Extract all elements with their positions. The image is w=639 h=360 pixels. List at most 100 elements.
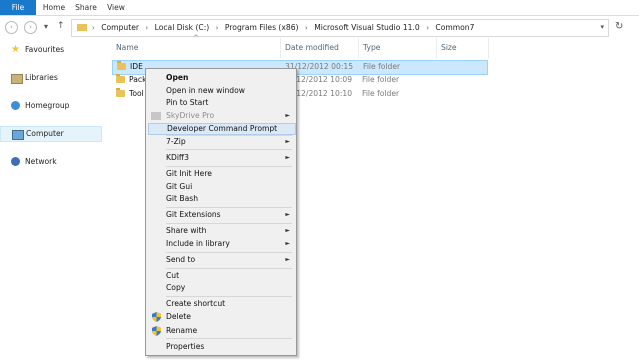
sidebar-item-network[interactable]: Network <box>0 155 100 169</box>
uac-shield-icon <box>152 326 161 336</box>
folder-icon <box>116 74 125 83</box>
menu-item-properties[interactable]: Properties <box>148 341 294 353</box>
address-bar[interactable]: › Computer › Local Disk (C:) › Program F… <box>71 19 609 37</box>
breadcrumb-program-files[interactable]: Program Files (x86) <box>225 23 299 32</box>
file-name: Pack <box>129 75 147 84</box>
menu-item-rename[interactable]: Rename <box>148 325 294 337</box>
star-icon: ★ <box>11 44 20 55</box>
menu-item-label: Pin to Start <box>166 98 209 107</box>
sidebar-item-favourites[interactable]: ★ Favourites <box>0 43 100 57</box>
skydrive-icon <box>151 112 161 120</box>
back-button[interactable]: ‹ <box>5 21 18 34</box>
file-type: File folder <box>362 89 400 98</box>
tab-home[interactable]: Home <box>40 0 68 15</box>
submenu-arrow-icon: ► <box>285 211 290 218</box>
forward-button[interactable]: › <box>24 21 37 34</box>
breadcrumb-local-disk[interactable]: Local Disk (C:) <box>155 23 210 32</box>
menu-item-send-to[interactable]: Send to ► <box>148 254 294 266</box>
menu-item-label: Rename <box>166 326 198 335</box>
menu-item-label: SkyDrive Pro <box>166 111 215 120</box>
menu-item-label: Git Bash <box>166 194 199 203</box>
breadcrumb-visual-studio[interactable]: Microsoft Visual Studio 11.0 <box>314 23 420 32</box>
menu-item-developer-command-prompt[interactable]: Developer Command Prompt <box>148 123 296 135</box>
folder-icon <box>77 24 87 31</box>
up-arrow-icon[interactable]: ↑ <box>57 21 65 31</box>
column-header-size[interactable]: Size <box>441 43 457 52</box>
sidebar-item-homegroup[interactable]: Homegroup <box>0 99 100 113</box>
breadcrumb: › Computer › Local Disk (C:) › Program F… <box>92 20 478 36</box>
menu-item-git-bash[interactable]: Git Bash <box>148 193 294 205</box>
menu-item-label: KDiff3 <box>166 153 190 162</box>
menu-item-label: Copy <box>166 283 186 292</box>
back-arrow-icon: ‹ <box>10 23 13 31</box>
menu-item-7zip[interactable]: 7-Zip ► <box>148 136 294 148</box>
recent-locations-icon[interactable]: ▾ <box>44 22 48 31</box>
column-header-name[interactable]: Name <box>116 43 138 52</box>
refresh-icon[interactable]: ↻ <box>615 21 623 32</box>
menu-item-copy[interactable]: Copy <box>148 282 294 294</box>
submenu-arrow-icon: ► <box>285 227 290 234</box>
context-menu: Open Open in new window Pin to Start Sky… <box>145 68 297 356</box>
submenu-arrow-icon: ► <box>285 138 290 145</box>
menu-item-cut[interactable]: Cut <box>148 270 294 282</box>
column-header-date-modified[interactable]: Date modified <box>285 43 339 52</box>
sidebar-item-computer[interactable]: Computer <box>0 126 102 142</box>
tab-view[interactable]: View <box>103 0 129 15</box>
menu-item-kdiff3[interactable]: KDiff3 ► <box>148 152 294 164</box>
breadcrumb-separator-icon: › <box>426 24 429 32</box>
tab-file[interactable]: File <box>0 0 36 15</box>
tab-share[interactable]: Share <box>72 0 100 15</box>
menu-separator <box>166 268 292 269</box>
menu-item-label: Cut <box>166 271 180 280</box>
file-name: IDE <box>130 62 143 71</box>
folder-icon <box>117 61 126 70</box>
menu-separator <box>166 338 292 339</box>
network-icon <box>11 157 20 166</box>
menu-item-label: Open <box>166 73 189 82</box>
column-header-type[interactable]: Type <box>363 43 380 52</box>
menu-separator <box>166 166 292 167</box>
menu-item-label: Send to <box>166 255 196 264</box>
submenu-arrow-icon: ► <box>285 240 290 247</box>
sidebar-item-label: Network <box>25 157 57 166</box>
breadcrumb-common7[interactable]: Common7 <box>435 23 474 32</box>
sidebar-item-libraries[interactable]: Libraries <box>0 71 100 85</box>
menu-item-git-extensions[interactable]: Git Extensions ► <box>148 209 294 221</box>
menu-item-label: Include in library <box>166 239 230 248</box>
breadcrumb-separator-icon: › <box>215 24 219 32</box>
sidebar-item-label: Libraries <box>25 73 58 82</box>
column-divider[interactable] <box>436 38 437 58</box>
sort-ascending-icon: ^ <box>193 34 199 42</box>
menu-item-create-shortcut[interactable]: Create shortcut <box>148 298 294 310</box>
menu-item-open-new-window[interactable]: Open in new window <box>148 85 294 97</box>
menu-item-label: Delete <box>166 312 191 321</box>
breadcrumb-computer[interactable]: Computer <box>101 23 139 32</box>
menu-item-open[interactable]: Open <box>148 72 294 84</box>
sidebar-item-label: Favourites <box>25 45 65 54</box>
menu-item-include-in-library[interactable]: Include in library ► <box>148 238 294 250</box>
file-name: Tool <box>129 89 144 98</box>
menu-separator <box>166 296 292 297</box>
menu-item-git-gui[interactable]: Git Gui <box>148 181 294 193</box>
column-divider[interactable] <box>358 38 359 58</box>
menu-item-pin-to-start[interactable]: Pin to Start <box>148 97 294 109</box>
sidebar-item-label: Computer <box>26 129 64 138</box>
address-dropdown-icon[interactable]: ▾ <box>600 23 604 31</box>
file-type: File folder <box>362 75 400 84</box>
menu-item-skydrive-pro[interactable]: SkyDrive Pro ► <box>148 110 294 122</box>
menu-item-label: Open in new window <box>166 86 245 95</box>
menu-item-git-init-here[interactable]: Git Init Here <box>148 168 294 180</box>
computer-icon <box>12 130 24 140</box>
column-divider[interactable] <box>488 38 489 58</box>
column-divider[interactable] <box>280 38 281 58</box>
sidebar-item-label: Homegroup <box>25 101 70 110</box>
uac-shield-icon <box>152 312 161 322</box>
menu-item-share-with[interactable]: Share with ► <box>148 225 294 237</box>
menu-item-label: Share with <box>166 226 207 235</box>
libraries-icon <box>11 74 23 84</box>
menu-item-delete[interactable]: Delete <box>148 311 294 323</box>
folder-icon <box>116 88 125 97</box>
menu-item-label: Developer Command Prompt <box>167 124 278 133</box>
menu-item-label: Git Gui <box>166 182 193 191</box>
menu-separator <box>166 207 292 208</box>
